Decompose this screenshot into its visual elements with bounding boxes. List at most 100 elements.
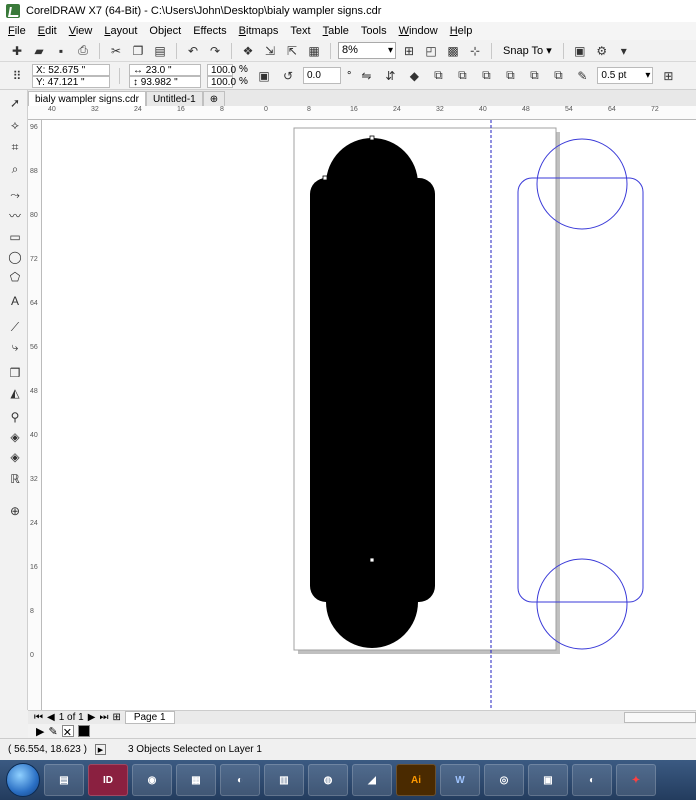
selection-handle[interactable] <box>369 135 375 141</box>
search-content-icon[interactable]: ❖ <box>239 42 257 60</box>
pick-tool-icon[interactable]: ➚ <box>6 94 24 112</box>
rotation-field[interactable]: 0.0 <box>303 67 341 84</box>
filled-sign-shape[interactable] <box>310 138 435 648</box>
zoom-level-select[interactable]: 8% <box>338 42 396 59</box>
new-document-icon[interactable]: ✚ <box>8 42 26 60</box>
app-taskbar-icon[interactable]: ◢ <box>352 764 392 796</box>
redo-icon[interactable]: ↷ <box>206 42 224 60</box>
mirror-vertical-icon[interactable]: ⇵ <box>381 67 399 85</box>
menu-view[interactable]: View <box>63 22 99 40</box>
selection-handle[interactable] <box>369 557 375 563</box>
object-origin-icon[interactable]: ⠿ <box>8 67 26 85</box>
rectangle-tool-icon[interactable]: ▭ <box>6 228 24 246</box>
menu-effects[interactable]: Effects <box>187 22 232 40</box>
add-tool-icon[interactable]: ⊕ <box>6 502 24 520</box>
mirror-horizontal-icon[interactable]: ⇋ <box>357 67 375 85</box>
black-swatch[interactable] <box>77 725 90 737</box>
zoom-tool-icon[interactable]: ⌕ <box>6 160 24 178</box>
menu-tools[interactable]: Tools <box>355 22 393 40</box>
drop-shadow-tool-icon[interactable]: ❒ <box>6 364 24 382</box>
eyedropper-icon[interactable]: ✎ <box>48 725 57 738</box>
app-launcher-icon[interactable]: ⚙ <box>593 42 611 60</box>
weld-icon[interactable]: ⧉ <box>429 67 447 85</box>
pdf-taskbar-icon[interactable]: ✦ <box>616 764 656 796</box>
calculator-taskbar-icon[interactable]: ▦ <box>176 764 216 796</box>
show-grid-icon[interactable]: ▩ <box>444 42 462 60</box>
horizontal-scrollbar[interactable] <box>624 712 696 723</box>
show-rulers-icon[interactable]: ◰ <box>422 42 440 60</box>
intersect-icon[interactable]: ⧉ <box>477 67 495 85</box>
new-tab-button[interactable]: ⊕ <box>202 91 226 106</box>
welcome-screen-icon[interactable]: ▾ <box>615 42 633 60</box>
back-minus-front-icon[interactable]: ⧉ <box>549 67 567 85</box>
copy-icon[interactable]: ❐ <box>129 42 147 60</box>
tab-bialy-wampler-signs[interactable]: bialy wampler signs.cdr <box>28 91 146 106</box>
tab-page-1[interactable]: Page 1 <box>124 711 175 724</box>
simplify-icon[interactable]: ⧉ <box>501 67 519 85</box>
shape-tool-icon[interactable]: ⟡ <box>6 116 24 134</box>
lock-ratio-icon[interactable]: ▣ <box>255 67 273 85</box>
menu-bitmaps[interactable]: Bitmaps <box>233 22 285 40</box>
import-icon[interactable]: ⇲ <box>261 42 279 60</box>
freehand-tool-icon[interactable]: ⤳ <box>6 186 24 204</box>
menu-window[interactable]: Window <box>393 22 444 40</box>
menu-text[interactable]: Text <box>284 22 316 40</box>
palette-expand-icon[interactable]: ▶ <box>36 725 44 738</box>
tab-untitled-1[interactable]: Untitled-1 <box>145 91 203 106</box>
width-field[interactable]: ↔ 23.0 " <box>129 63 201 76</box>
illustrator-taskbar-icon[interactable]: Ai <box>396 764 436 796</box>
menu-file[interactable]: File <box>2 22 32 40</box>
scale-x-field[interactable]: 100.0 <box>207 63 236 76</box>
print-icon[interactable]: ⎙ <box>74 42 92 60</box>
add-page-icon[interactable]: ⊞ <box>112 712 120 723</box>
transparency-tool-icon[interactable]: ◭ <box>6 384 24 402</box>
next-page-icon[interactable]: ▶ <box>88 712 96 723</box>
connector-tool-icon[interactable]: ⤷ <box>6 338 24 356</box>
trim-icon[interactable]: ⧉ <box>453 67 471 85</box>
smart-fill-icon[interactable]: ◈ <box>6 448 24 466</box>
menu-layout[interactable]: Layout <box>98 22 143 40</box>
selection-handle[interactable] <box>322 175 328 181</box>
archive-taskbar-icon[interactable]: ▥ <box>264 764 304 796</box>
align-distribute-icon[interactable]: ⊞ <box>659 67 677 85</box>
first-page-icon[interactable]: ⏮ <box>34 712 43 723</box>
full-screen-icon[interactable]: ⊞ <box>400 42 418 60</box>
ellipse-tool-icon[interactable]: ◯ <box>6 248 24 266</box>
no-color-swatch[interactable]: ✕ <box>61 725 74 739</box>
indesign-taskbar-icon[interactable]: ID <box>88 764 128 796</box>
options-icon[interactable]: ▣ <box>571 42 589 60</box>
prev-page-icon[interactable]: ◀ <box>47 712 55 723</box>
x-position-field[interactable]: X: 52.675 " <box>32 63 110 76</box>
y-position-field[interactable]: Y: 47.121 " <box>32 75 110 88</box>
last-page-icon[interactable]: ⏭ <box>99 712 108 723</box>
document-taskbar-icon[interactable]: ▣ <box>528 764 568 796</box>
scale-y-field[interactable]: 100.0 <box>207 75 236 88</box>
show-guidelines-icon[interactable]: ⊹ <box>466 42 484 60</box>
word-taskbar-icon[interactable]: W <box>440 764 480 796</box>
height-field[interactable]: ↕ 93.982 " <box>129 75 201 88</box>
dimension-tool-icon[interactable]: ⟋ <box>6 318 24 336</box>
start-button[interactable] <box>6 763 40 797</box>
save-icon[interactable]: ▪ <box>52 42 70 60</box>
snap-to-button[interactable]: Snap To ▾ <box>499 44 556 57</box>
cut-icon[interactable]: ✂ <box>107 42 125 60</box>
group-icon[interactable]: ◆ <box>405 67 423 85</box>
outline-width-select[interactable]: 0.5 pt <box>597 67 654 84</box>
front-minus-back-icon[interactable]: ⧉ <box>525 67 543 85</box>
logo-taskbar-icon[interactable]: ◍ <box>308 764 348 796</box>
interactive-fill-icon[interactable]: ◈ <box>6 428 24 446</box>
paste-icon[interactable]: ▤ <box>151 42 169 60</box>
outline-pen-icon[interactable]: ✎ <box>573 67 591 85</box>
open-folder-icon[interactable]: ▰ <box>30 42 48 60</box>
undo-icon[interactable]: ↶ <box>184 42 202 60</box>
menu-object[interactable]: Object <box>143 22 187 40</box>
publish-pdf-icon[interactable]: ▦ <box>305 42 323 60</box>
text-tool-icon[interactable]: A <box>6 292 24 310</box>
app-taskbar-icon[interactable]: ◐ <box>220 764 260 796</box>
export-icon[interactable]: ⇱ <box>283 42 301 60</box>
chrome-taskbar-icon[interactable]: ◉ <box>132 764 172 796</box>
webcam-taskbar-icon[interactable]: ◎ <box>484 764 524 796</box>
polygon-tool-icon[interactable]: ⬠ <box>6 268 24 286</box>
outline-tool-icon[interactable]: ℝ <box>6 470 24 488</box>
color-eyedropper-icon[interactable]: ⚲ <box>6 408 24 426</box>
